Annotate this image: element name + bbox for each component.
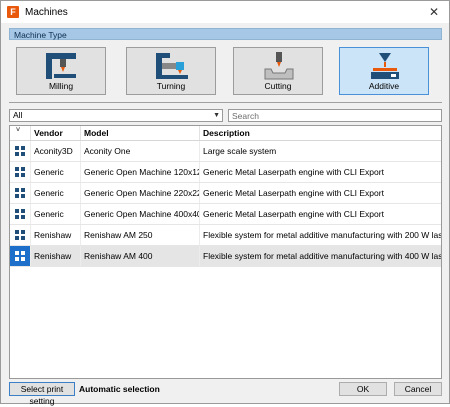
machine-type-cutting[interactable]: Cutting: [233, 47, 323, 95]
machine-type-milling[interactable]: Milling: [16, 47, 106, 95]
machine-type-label: Cutting: [264, 81, 292, 91]
description-cell: Generic Metal Laserpath engine with CLI …: [203, 188, 384, 198]
machine-type-header: Machine Type: [9, 28, 442, 40]
description-cell: Flexible system for metal additive manuf…: [203, 230, 441, 240]
machine-type-turning[interactable]: Turning: [126, 47, 216, 95]
machine-grid-icon: [15, 209, 25, 219]
description-cell: Generic Metal Laserpath engine with CLI …: [203, 167, 384, 177]
vendor-filter-dropdown[interactable]: All ▼: [9, 109, 223, 122]
filter-selected-value: All: [13, 110, 23, 120]
cutting-machine-icon: [264, 52, 294, 80]
machine-type-additive[interactable]: Additive: [339, 47, 429, 95]
model-cell: Generic Open Machine 120x120: [81, 162, 200, 182]
column-header-model[interactable]: Model: [81, 126, 200, 140]
search-input[interactable]: [228, 109, 442, 122]
machine-grid-icon: [15, 188, 25, 198]
ok-button[interactable]: OK: [339, 382, 387, 396]
model-cell: Generic Open Machine 400x400: [81, 204, 200, 224]
vendor-cell: Generic: [31, 204, 81, 224]
model-cell: Renishaw AM 400: [81, 246, 200, 266]
description-cell: Large scale system: [203, 146, 277, 156]
turning-machine-icon: [156, 53, 188, 79]
sort-caret-icon: ˅: [16, 127, 21, 134]
machine-grid-icon: [15, 167, 25, 177]
vendor-cell: Renishaw: [31, 225, 81, 245]
description-cell: Generic Metal Laserpath engine with CLI …: [203, 209, 384, 219]
select-print-setting-button[interactable]: Select print setting: [9, 382, 75, 406]
icon-column-header[interactable]: ˅: [10, 126, 31, 140]
close-button[interactable]: ✕: [419, 1, 449, 23]
machine-grid-icon: [15, 251, 25, 261]
vendor-cell: Renishaw: [31, 246, 81, 266]
machines-dialog: F Machines ✕ Machine Type Milling Turnin…: [0, 0, 450, 406]
table-row-selected[interactable]: Renishaw Renishaw AM 400 Flexible system…: [10, 246, 441, 267]
column-header-vendor[interactable]: Vendor: [31, 126, 81, 140]
vendor-cell: Generic: [31, 162, 81, 182]
automatic-selection-label: Automatic selection: [79, 384, 160, 394]
close-icon: ✕: [428, 5, 440, 19]
table-row[interactable]: Generic Generic Open Machine 220x220 Gen…: [10, 183, 441, 204]
additive-machine-icon: [371, 53, 399, 79]
table-row[interactable]: Generic Generic Open Machine 400x400 Gen…: [10, 204, 441, 225]
description-cell: Flexible system for metal additive manuf…: [203, 251, 441, 261]
machines-table: ˅ Vendor Model Description Aconity3D Aco…: [9, 125, 442, 379]
milling-machine-icon: [46, 53, 76, 79]
table-row[interactable]: Aconity3D Aconity One Large scale system: [10, 141, 441, 162]
model-cell: Renishaw AM 250: [81, 225, 200, 245]
title-bar: F Machines ✕: [1, 1, 449, 23]
vendor-cell: Aconity3D: [31, 141, 81, 161]
table-header: ˅ Vendor Model Description: [10, 126, 441, 141]
divider: [9, 102, 442, 103]
machine-grid-icon: [15, 230, 25, 240]
column-header-description[interactable]: Description: [200, 126, 441, 140]
machine-type-label: Milling: [48, 81, 74, 91]
cancel-button[interactable]: Cancel: [394, 382, 442, 396]
model-cell: Aconity One: [81, 141, 200, 161]
machine-type-selector: Milling Turning Cutting Additive: [16, 47, 436, 97]
machine-type-label: Turning: [156, 81, 186, 91]
window-title: Machines: [25, 6, 68, 18]
model-cell: Generic Open Machine 220x220: [81, 183, 200, 203]
machine-type-label: Additive: [368, 81, 400, 91]
chevron-down-icon: ▼: [213, 112, 220, 119]
table-row[interactable]: Generic Generic Open Machine 120x120 Gen…: [10, 162, 441, 183]
app-icon: F: [7, 6, 19, 18]
vendor-cell: Generic: [31, 183, 81, 203]
machine-grid-icon: [15, 146, 25, 156]
table-row[interactable]: Renishaw Renishaw AM 250 Flexible system…: [10, 225, 441, 246]
